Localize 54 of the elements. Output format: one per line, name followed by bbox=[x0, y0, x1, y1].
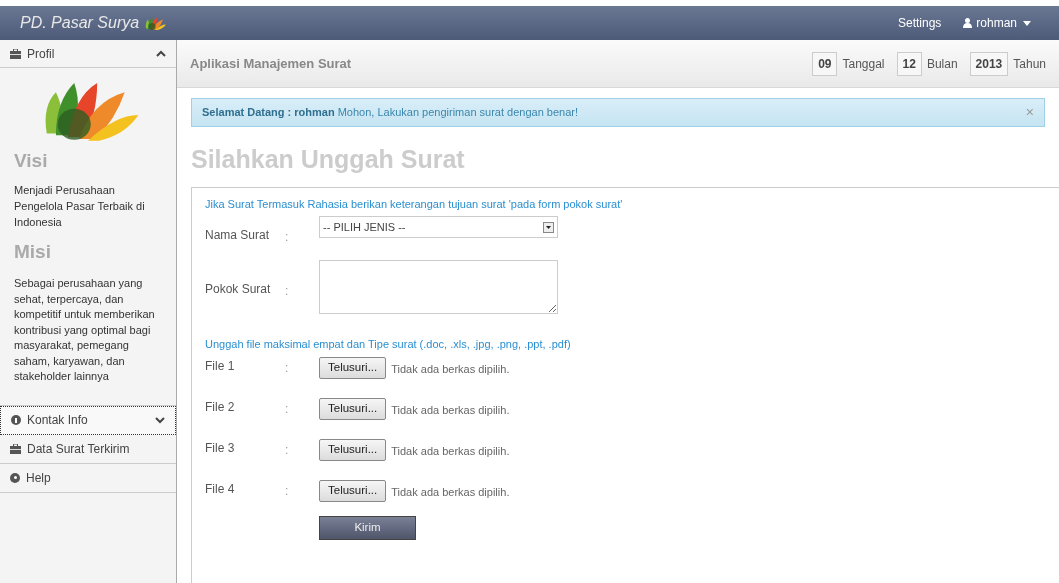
caret-icon bbox=[1023, 20, 1031, 26]
briefcase-icon bbox=[10, 443, 21, 454]
colon: : bbox=[285, 359, 290, 377]
field-label: File 2 bbox=[205, 398, 236, 416]
file-status: Tidak ada berkas dipilih. bbox=[391, 443, 510, 459]
alert-text: Selamat Datang : rohman Mohon, Lakukan pengiriman surat dengan benar! bbox=[202, 105, 580, 121]
field-label: File 3 bbox=[205, 439, 236, 457]
file-status: Tidak ada berkas dipilih. bbox=[391, 484, 510, 500]
brand-title[interactable]: PD. Pasar Surya bbox=[20, 11, 140, 35]
submit-button[interactable]: Kirim bbox=[319, 515, 416, 540]
app-title: Aplikasi Manajemen Surat bbox=[190, 54, 353, 73]
sidebar-item[interactable]: Help bbox=[0, 463, 176, 493]
browse-button[interactable]: Telusuri... bbox=[319, 479, 387, 502]
date-value: 09 bbox=[812, 51, 838, 76]
upload-note: Unggah file maksimal empat dan Tipe surat (.doc, .xls, .jpg, .png, .ppt, .pdf) bbox=[205, 337, 572, 352]
misi-heading: Misi bbox=[14, 239, 52, 264]
sidebar-item[interactable]: Kontak Info bbox=[0, 405, 176, 435]
user-icon bbox=[963, 18, 973, 28]
colon: : bbox=[285, 283, 290, 300]
form-note: Jika Surat Termasuk Rahasia berikan keterangan tujuan surat 'pada form pokok surat' bbox=[205, 196, 624, 212]
sidebar-section-header[interactable]: Profil bbox=[0, 40, 176, 68]
date-value: 12 bbox=[896, 51, 922, 76]
visi-heading: Visi bbox=[14, 149, 49, 173]
misi-text: Sebagai perusahaan yang sehat, terpercaya, dan kompetitif untuk memberikan kontribusi yang optimal bagi masyarakat, pemegang saham, karyawan, dan stakeholder lainnya bbox=[14, 276, 156, 384]
field-label: Pokok Surat bbox=[205, 281, 272, 298]
file-status: Tidak ada berkas dipilih. bbox=[391, 361, 510, 377]
date-label: Tanggal bbox=[842, 55, 885, 73]
select-field[interactable]: -- PILIH JENIS -- bbox=[319, 216, 558, 238]
user-menu-link[interactable]: rohman bbox=[976, 14, 1017, 32]
browse-button[interactable]: Telusuri... bbox=[319, 438, 387, 461]
browse-button[interactable]: Telusuri... bbox=[319, 356, 387, 379]
colon: : bbox=[285, 482, 290, 500]
file-status: Tidak ada berkas dipilih. bbox=[391, 402, 510, 418]
sidebar-item[interactable]: Data Surat Terkirim bbox=[0, 434, 176, 464]
help-icon bbox=[10, 472, 20, 483]
chevron-down-icon bbox=[155, 416, 165, 424]
dropdown-icon bbox=[543, 221, 554, 233]
colon: : bbox=[285, 229, 290, 246]
settings-link[interactable]: Settings bbox=[897, 14, 942, 32]
alert-icon bbox=[11, 415, 21, 425]
date-label: Tahun bbox=[1013, 55, 1046, 73]
briefcase-icon bbox=[10, 48, 21, 59]
date-value: 2013 bbox=[969, 51, 1009, 76]
visi-text: Menjadi Perusahaan Pengelola Pasar Terbaik di Indonesia bbox=[14, 182, 146, 230]
colon: : bbox=[285, 400, 290, 418]
field-label: File 1 bbox=[205, 357, 236, 375]
date-label: Bulan bbox=[926, 55, 958, 73]
chevron-up-icon bbox=[156, 50, 166, 57]
logo-icon bbox=[143, 15, 168, 31]
field-label: File 4 bbox=[205, 480, 236, 498]
browse-button[interactable]: Telusuri... bbox=[319, 397, 387, 420]
field-label: Nama Surat bbox=[205, 227, 271, 244]
pokok-surat-field[interactable] bbox=[319, 260, 558, 314]
colon: : bbox=[285, 441, 290, 459]
